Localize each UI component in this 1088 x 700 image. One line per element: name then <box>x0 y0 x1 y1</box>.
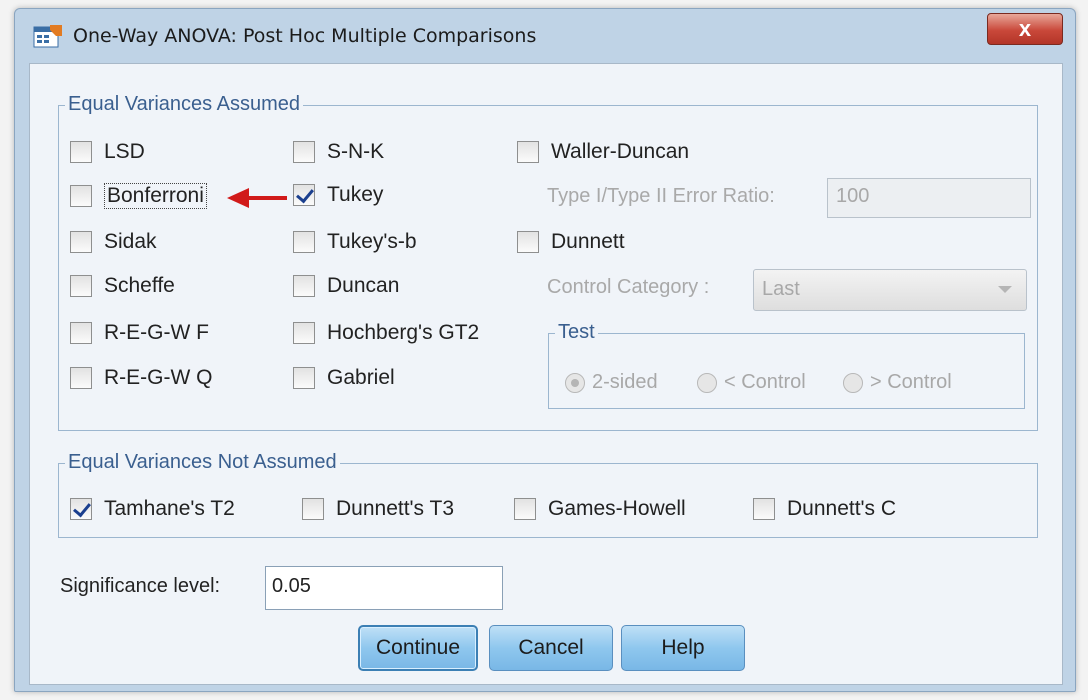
checkbox-label: Duncan <box>327 274 400 297</box>
checkbox-box[interactable] <box>302 498 324 520</box>
checkbox-box[interactable] <box>293 322 315 344</box>
checkbox-lsd[interactable]: LSD <box>70 140 145 164</box>
checkbox-box[interactable] <box>70 185 92 207</box>
checkbox-bonferroni[interactable]: Bonferroni <box>70 183 207 209</box>
checkbox-box[interactable] <box>753 498 775 520</box>
close-icon: x <box>1018 16 1032 41</box>
control-category-value: Last <box>762 278 800 300</box>
title-bar: One-Way ANOVA: Post Hoc Multiple Compari… <box>15 9 1075 61</box>
test-group: Test 2-sided < Control > Control <box>548 321 1025 409</box>
continue-button[interactable]: Continue <box>358 625 478 671</box>
checkbox-regwf[interactable]: R-E-G-W F <box>70 321 209 345</box>
radio-button[interactable] <box>843 372 863 393</box>
checkbox-label: Games-Howell <box>548 497 686 520</box>
checkbox-label: R-E-G-W F <box>104 321 209 344</box>
window-title: One-Way ANOVA: Post Hoc Multiple Compari… <box>73 25 537 47</box>
checkbox-label: Dunnett's T3 <box>336 497 455 520</box>
checkbox-regwq[interactable]: R-E-G-W Q <box>70 366 212 390</box>
checkbox-dunnett[interactable]: Dunnett <box>517 230 625 254</box>
checkbox-tukeys-b[interactable]: Tukey's-b <box>293 230 417 254</box>
checkbox-label: Tukey's-b <box>327 230 417 253</box>
checkbox-tamhane-t2[interactable]: Tamhane's T2 <box>70 497 235 521</box>
checkbox-box[interactable] <box>293 231 315 253</box>
checkbox-box[interactable] <box>70 231 92 253</box>
group-title: Test <box>555 321 598 344</box>
checkbox-sidak[interactable]: Sidak <box>70 230 157 254</box>
checkbox-games-howell[interactable]: Games-Howell <box>514 497 686 521</box>
checkbox-snk[interactable]: S-N-K <box>293 140 384 164</box>
radio-less-control[interactable]: < Control <box>697 371 806 394</box>
checkbox-label: Hochberg's GT2 <box>327 321 480 344</box>
checkbox-tukey[interactable]: Tukey <box>293 183 383 207</box>
significance-level-input[interactable]: 0.05 <box>265 566 503 610</box>
checkbox-duncan[interactable]: Duncan <box>293 274 399 298</box>
group-title: Equal Variances Not Assumed <box>65 451 340 474</box>
checkbox-box-checked[interactable] <box>293 184 315 206</box>
significance-level-label: Significance level: <box>60 575 221 597</box>
checkbox-label: Tamhane's T2 <box>104 497 235 520</box>
app-icon <box>33 25 62 48</box>
radio-greater-control[interactable]: > Control <box>843 371 952 394</box>
dialog-client-area: Equal Variances Assumed LSD Bonferroni S… <box>29 63 1063 685</box>
radio-button[interactable] <box>697 372 717 393</box>
checkbox-scheffe[interactable]: Scheffe <box>70 274 175 298</box>
checkbox-label: Sidak <box>104 230 157 253</box>
checkbox-label: Scheffe <box>104 274 175 297</box>
annotation-arrow-icon <box>227 188 287 208</box>
checkbox-dunnetts-t3[interactable]: Dunnett's T3 <box>302 497 454 521</box>
help-button[interactable]: Help <box>621 625 745 671</box>
equal-variances-assumed-group: Equal Variances Assumed LSD Bonferroni S… <box>58 93 1038 431</box>
radio-button[interactable] <box>565 372 585 393</box>
checkbox-box[interactable] <box>517 231 539 253</box>
chevron-down-icon <box>998 286 1012 293</box>
checkbox-label: Dunnett's C <box>787 497 897 520</box>
cancel-button[interactable]: Cancel <box>489 625 613 671</box>
checkbox-label: R-E-G-W Q <box>104 366 213 389</box>
checkbox-label: LSD <box>104 140 145 163</box>
checkbox-waller-duncan[interactable]: Waller-Duncan <box>517 140 689 164</box>
checkbox-label: Gabriel <box>327 366 395 389</box>
close-button[interactable]: x <box>987 13 1063 45</box>
checkbox-box[interactable] <box>70 367 92 389</box>
radio-label: < Control <box>724 371 806 393</box>
control-category-select[interactable]: Last <box>753 269 1027 311</box>
checkbox-box[interactable] <box>70 275 92 297</box>
radio-2-sided[interactable]: 2-sided <box>565 371 658 394</box>
checkbox-box[interactable] <box>517 141 539 163</box>
radio-label: 2-sided <box>592 371 658 393</box>
group-title: Equal Variances Assumed <box>65 93 303 116</box>
checkbox-label: S-N-K <box>327 140 385 163</box>
equal-variances-not-assumed-group: Equal Variances Not Assumed Tamhane's T2… <box>58 451 1038 538</box>
checkbox-box[interactable] <box>293 367 315 389</box>
checkbox-label: Tukey <box>327 183 384 206</box>
error-ratio-field[interactable]: 100 <box>827 178 1031 218</box>
radio-label: > Control <box>870 371 952 393</box>
checkbox-label: Bonferroni <box>104 183 207 209</box>
checkbox-box[interactable] <box>293 141 315 163</box>
checkbox-box[interactable] <box>293 275 315 297</box>
checkbox-box-checked[interactable] <box>70 498 92 520</box>
checkbox-label: Dunnett <box>551 230 625 253</box>
checkbox-box[interactable] <box>70 322 92 344</box>
checkbox-label: Waller-Duncan <box>551 140 690 163</box>
checkbox-box[interactable] <box>514 498 536 520</box>
checkbox-box[interactable] <box>70 141 92 163</box>
checkbox-dunnetts-c[interactable]: Dunnett's C <box>753 497 896 521</box>
checkbox-hochberg[interactable]: Hochberg's GT2 <box>293 321 479 345</box>
checkbox-gabriel[interactable]: Gabriel <box>293 366 395 390</box>
error-ratio-label: Type I/Type II Error Ratio: <box>547 185 775 207</box>
dialog-window: One-Way ANOVA: Post Hoc Multiple Compari… <box>14 8 1076 692</box>
control-category-label: Control Category : <box>547 276 710 298</box>
